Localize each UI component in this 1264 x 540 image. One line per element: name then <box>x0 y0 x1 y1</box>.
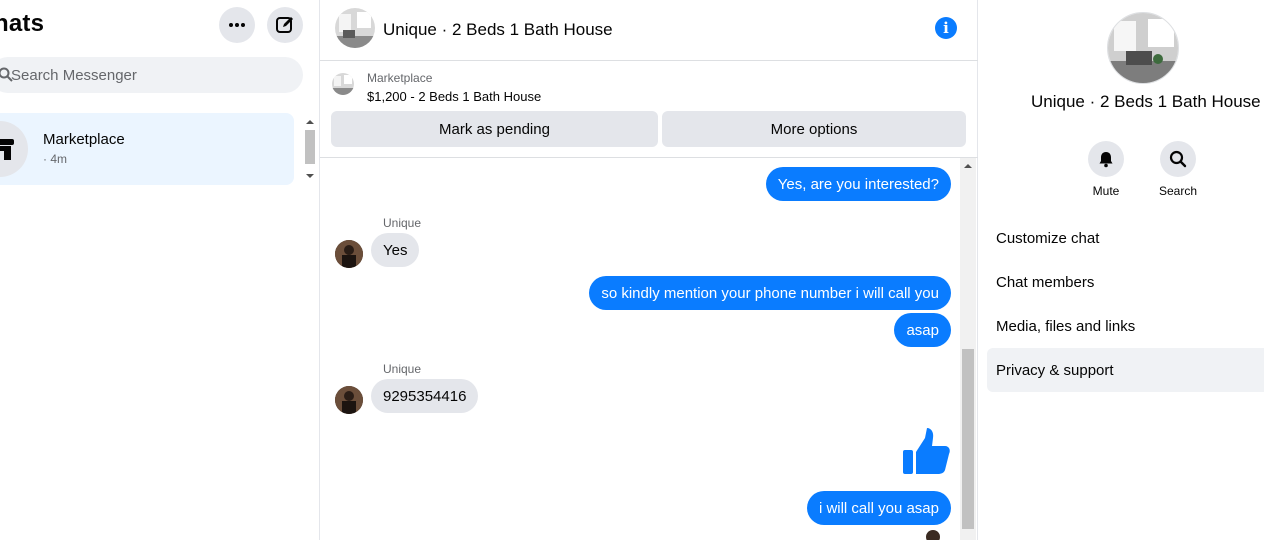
scroll-up-arrow-icon <box>306 120 314 124</box>
message-bubble-incoming: Yes <box>371 233 420 267</box>
search-icon <box>1169 150 1187 168</box>
chats-heading: hats <box>0 10 45 37</box>
scrollbar-thumb[interactable] <box>962 349 974 529</box>
sender-avatar[interactable] <box>335 240 363 268</box>
menu-item-customize-chat[interactable]: Customize chat <box>987 216 1264 260</box>
conversation-header: Unique · 2 Beds 1 Bath House i <box>320 0 978 61</box>
conversation-title[interactable]: Unique · 2 Beds 1 Bath House <box>383 20 613 40</box>
message-bubble-outgoing: asap <box>894 313 951 347</box>
house-photo-icon <box>1108 13 1178 83</box>
message-bubble-outgoing: i will call you asap <box>806 491 951 525</box>
menu-item-media-files-links[interactable]: Media, files and links <box>987 304 1264 348</box>
marketplace-label: Marketplace <box>367 71 433 85</box>
message-bubble-outgoing: so kindly mention your phone number i wi… <box>589 276 951 310</box>
read-receipt-avatar <box>926 530 940 540</box>
listing-large-avatar[interactable] <box>1107 12 1179 84</box>
listing-thumbnail[interactable] <box>332 73 354 95</box>
more-options-listing-button[interactable]: More options <box>662 111 966 147</box>
mute-action[interactable]: Mute <box>1076 141 1136 198</box>
compose-icon <box>276 17 293 33</box>
more-options-button[interactable] <box>219 7 255 43</box>
house-photo-icon <box>335 8 375 48</box>
search-label: Search <box>1158 184 1198 198</box>
mark-as-pending-button[interactable]: Mark as pending <box>331 111 658 147</box>
message-sender: Unique <box>383 362 422 376</box>
chat-list-panel: hats Marketplace · 4m <box>0 0 320 540</box>
search-input[interactable] <box>11 65 281 85</box>
conversation-time: · 4m <box>43 152 67 166</box>
scroll-down-arrow-icon <box>306 174 314 178</box>
person-photo-icon <box>335 386 363 414</box>
search-button[interactable] <box>1160 141 1196 177</box>
mute-label: Mute <box>1092 184 1120 198</box>
search-messenger-field[interactable] <box>0 57 303 93</box>
search-action[interactable]: Search <box>1148 141 1208 198</box>
marketplace-avatar <box>0 121 28 177</box>
marketplace-listing-bar: Marketplace $1,200 - 2 Beds 1 Bath House… <box>320 61 978 158</box>
conversation-name: Marketplace <box>43 131 125 148</box>
chat-list-scrollbar[interactable] <box>303 115 317 183</box>
ellipsis-icon <box>229 23 245 27</box>
house-photo-icon <box>332 73 354 95</box>
message-bubble-outgoing: Yes, are you interested? <box>765 167 951 201</box>
listing-avatar[interactable] <box>335 8 375 48</box>
scroll-up-arrow-icon <box>964 164 972 168</box>
menu-item-chat-members[interactable]: Chat members <box>987 260 1264 304</box>
bell-icon <box>1099 152 1113 168</box>
details-title: Unique · 2 Beds 1 Bath House <box>1031 92 1261 111</box>
conversation-item-marketplace[interactable]: Marketplace · 4m <box>0 113 294 185</box>
message-bubble-incoming: 9295354416 <box>371 379 479 413</box>
mute-button[interactable] <box>1088 141 1124 177</box>
conversation-panel: Unique · 2 Beds 1 Bath House i Marketpla… <box>320 0 978 540</box>
info-icon[interactable]: i <box>935 17 957 39</box>
thread-scrollbar[interactable] <box>960 158 976 540</box>
listing-price-title[interactable]: $1,200 - 2 Beds 1 Bath House <box>367 89 541 104</box>
sender-avatar[interactable] <box>335 386 363 414</box>
details-panel: Unique · 2 Beds 1 Bath House Mute Search… <box>979 0 1264 540</box>
person-photo-icon <box>335 240 363 268</box>
scrollbar-thumb[interactable] <box>305 130 315 164</box>
menu-item-privacy-support[interactable]: Privacy & support <box>987 348 1264 392</box>
message-thread: Yes, are you interested? Unique Yes so k… <box>320 158 978 540</box>
storefront-icon <box>0 139 14 160</box>
messenger-window: hats Marketplace · 4m <box>0 0 1264 540</box>
message-sender: Unique <box>383 216 422 230</box>
new-message-button[interactable] <box>267 7 303 43</box>
thumbs-up-icon <box>903 428 950 474</box>
